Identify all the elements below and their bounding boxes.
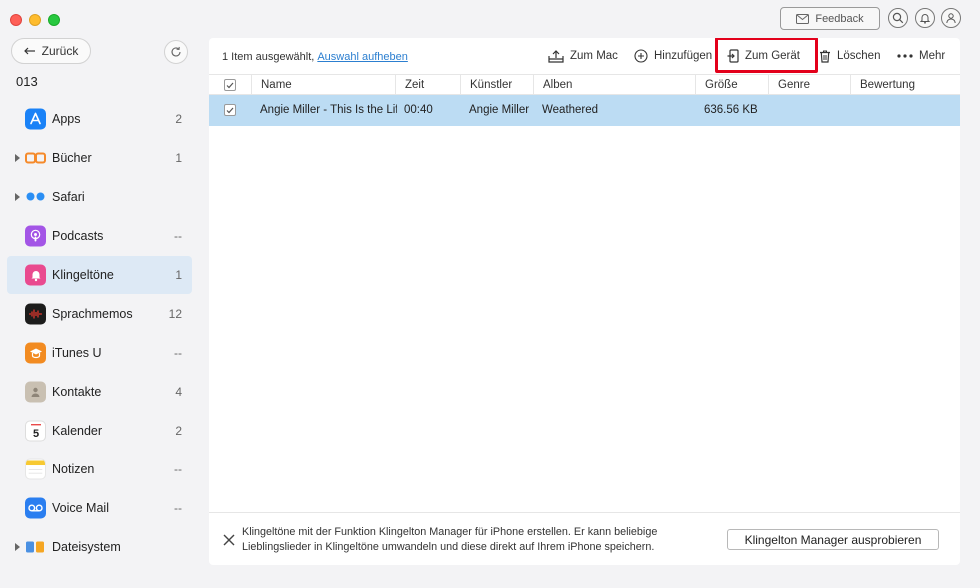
sidebar-item-calendar[interactable]: 5 Kalender 2 (7, 411, 192, 450)
calendar-icon: 5 (25, 420, 46, 442)
column-header-genre[interactable]: Genre (768, 75, 850, 95)
search-icon (892, 12, 904, 24)
plus-circle-icon (634, 49, 648, 63)
column-header-artist[interactable]: Künstler (460, 75, 533, 95)
expand-caret-icon[interactable] (15, 193, 20, 202)
select-all-checkbox[interactable] (224, 79, 236, 91)
cell-size: 636.56 KB (704, 104, 758, 116)
feedback-label: Feedback (815, 12, 864, 25)
ringtone-bell-icon (25, 264, 46, 286)
to-mac-label: Zum Mac (570, 50, 618, 62)
sidebar-item-notes[interactable]: Notizen -- (7, 450, 192, 489)
svg-text:5: 5 (32, 428, 38, 440)
itunes-u-icon (25, 342, 46, 364)
contacts-icon (25, 381, 46, 403)
search-button[interactable] (888, 8, 908, 28)
deselect-link[interactable]: Auswahl aufheben (317, 51, 408, 63)
sidebar-item-voicemail[interactable]: Voice Mail -- (7, 489, 192, 528)
ringtone-tip-bar: Klingeltöne mit der Funktion Klingelton … (209, 512, 960, 565)
column-header-time[interactable]: Zeit (395, 75, 460, 95)
table-header: Name Zeit Künstler Alben Größe Genre Bew… (209, 74, 960, 95)
expand-caret-icon[interactable] (15, 543, 20, 552)
sidebar-item-itunes-u[interactable]: iTunes U -- (7, 333, 192, 372)
feedback-button[interactable]: Feedback (780, 7, 880, 30)
cell-name: Angie Miller - This Is the Life (260, 104, 397, 116)
check-icon (226, 107, 234, 113)
user-icon (946, 13, 956, 24)
more-button[interactable]: Mehr (897, 48, 945, 64)
sidebar-category-list: Apps 2 Bücher 1 Safari Podcasts -- Kling… (7, 100, 192, 567)
column-header-rating[interactable]: Bewertung (850, 75, 960, 95)
to-device-highlight (715, 38, 818, 73)
check-icon (226, 82, 234, 88)
voice-memo-icon (25, 303, 46, 325)
notifications-button[interactable] (915, 8, 935, 28)
apps-icon (25, 108, 46, 130)
device-name: 013 (16, 74, 38, 89)
account-button[interactable] (941, 8, 961, 28)
ringtone-tip-text: Klingeltöne mit der Funktion Klingelton … (242, 526, 658, 553)
cell-album: Weathered (542, 104, 599, 116)
expand-caret-icon[interactable] (15, 154, 20, 163)
sidebar-item-books[interactable]: Bücher 1 (7, 139, 192, 178)
back-button[interactable]: Zurück (11, 38, 91, 64)
more-dots-icon (897, 54, 913, 58)
refresh-icon (171, 46, 181, 57)
selection-count-text: 1 Item ausgewählt, (222, 51, 315, 63)
zoom-window-button[interactable] (48, 14, 60, 26)
try-ringtone-manager-button[interactable]: Klingelton Manager ausprobieren (727, 529, 939, 550)
main-panel: 1 Item ausgewählt, Auswahl aufheben Zum M… (209, 38, 960, 565)
mail-icon (796, 13, 810, 24)
sidebar-item-contacts[interactable]: Kontakte 4 (7, 372, 192, 411)
bell-icon (919, 14, 931, 24)
books-icon (25, 148, 46, 169)
trash-icon (820, 50, 830, 63)
close-window-button[interactable] (10, 14, 22, 26)
sidebar-item-filesystem[interactable]: Dateisystem (7, 528, 192, 567)
column-header-album[interactable]: Alben (533, 75, 695, 95)
column-header-name[interactable]: Name (251, 75, 397, 95)
window-controls (10, 14, 60, 26)
sidebar-item-safari[interactable]: Safari (7, 178, 192, 217)
add-button[interactable]: Hinzufügen (634, 48, 712, 64)
delete-label: Löschen (837, 50, 881, 62)
column-header-size[interactable]: Größe (695, 75, 768, 95)
add-label: Hinzufügen (654, 50, 713, 62)
delete-button[interactable]: Löschen (819, 48, 880, 64)
minimize-window-button[interactable] (29, 14, 41, 26)
notes-icon (25, 458, 46, 480)
export-to-mac-icon (548, 49, 564, 63)
sidebar-item-ringtones[interactable]: Klingeltöne 1 (7, 255, 192, 295)
sidebar-item-podcasts[interactable]: Podcasts -- (7, 217, 192, 256)
cell-time: 00:40 (404, 104, 433, 116)
row-checkbox[interactable] (224, 104, 236, 116)
refresh-button[interactable] (164, 40, 188, 64)
cell-rating (850, 95, 960, 126)
more-label: Mehr (919, 50, 946, 62)
cell-genre (768, 95, 850, 126)
table-row[interactable]: Angie Miller - This Is the Life 00:40 An… (209, 95, 960, 126)
filesystem-icon (25, 537, 46, 558)
back-label: Zurück (41, 44, 79, 58)
arrow-left-icon (23, 47, 35, 55)
podcasts-icon (25, 225, 46, 247)
sidebar-item-voice-memos[interactable]: Sprachmemos 12 (7, 294, 192, 333)
selection-info: 1 Item ausgewählt, Auswahl aufheben (222, 51, 408, 63)
safari-icon (25, 187, 46, 208)
close-icon[interactable] (222, 533, 236, 547)
cell-artist: Angie Miller (469, 104, 530, 116)
to-mac-button[interactable]: Zum Mac (548, 48, 618, 64)
voicemail-icon (25, 497, 46, 519)
sidebar-item-apps[interactable]: Apps 2 (7, 100, 192, 139)
